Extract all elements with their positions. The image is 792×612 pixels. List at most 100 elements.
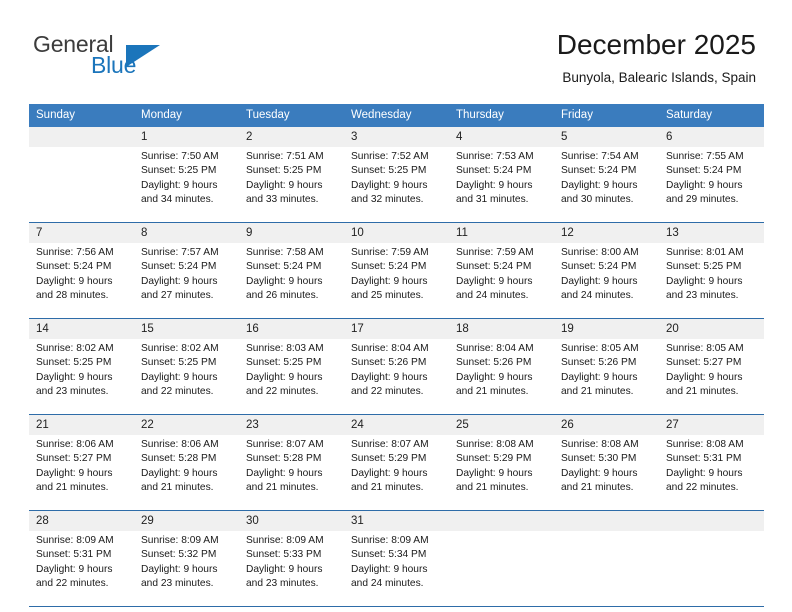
day-info-line: and 31 minutes. — [456, 194, 529, 206]
day-cell-21[interactable]: Sunrise: 8:06 AM Sunset: 5:27 PM Daylight:… — [29, 435, 134, 511]
day-cell-18[interactable]: Sunrise: 8:04 AM Sunset: 5:26 PM Daylight:… — [449, 339, 554, 415]
week-daynumber-row: 28 29 30 31 — [29, 510, 764, 531]
day-info-line: Sunrise: 8:01 AM — [666, 247, 744, 258]
day-cell-2[interactable]: Sunrise: 7:51 AM Sunset: 5:25 PM Daylight:… — [239, 147, 344, 223]
day-number-25[interactable]: 25 — [449, 414, 554, 435]
day-info-line: Daylight: 9 hours — [351, 467, 428, 479]
day-info-line: Sunrise: 7:50 AM — [141, 151, 219, 162]
day-number-16[interactable]: 16 — [239, 318, 344, 339]
day-info-line: Daylight: 9 hours — [141, 371, 218, 383]
day-info-line: Sunrise: 8:02 AM — [141, 343, 219, 354]
day-info-line: Sunset: 5:24 PM — [246, 261, 322, 273]
day-number-26[interactable]: 26 — [554, 414, 659, 435]
day-cell-9[interactable]: Sunrise: 7:58 AM Sunset: 5:24 PM Daylight:… — [239, 243, 344, 319]
day-number-11[interactable]: 11 — [449, 222, 554, 243]
page-header: General Blue December 2025 Bunyola, Bale… — [0, 0, 792, 100]
day-info-line: Daylight: 9 hours — [36, 467, 113, 479]
day-cell-26[interactable]: Sunrise: 8:08 AM Sunset: 5:30 PM Daylight:… — [554, 435, 659, 511]
day-cell-5[interactable]: Sunrise: 7:54 AM Sunset: 5:24 PM Daylight:… — [554, 147, 659, 223]
day-cell-24[interactable]: Sunrise: 8:07 AM Sunset: 5:29 PM Daylight:… — [344, 435, 449, 511]
day-number-20[interactable]: 20 — [659, 318, 764, 339]
day-info-line: and 21 minutes. — [561, 386, 634, 398]
day-info-line: Sunrise: 8:05 AM — [561, 343, 639, 354]
day-number-13[interactable]: 13 — [659, 222, 764, 243]
day-info-line: Daylight: 9 hours — [351, 275, 428, 287]
day-number-8[interactable]: 8 — [134, 222, 239, 243]
day-cell-empty — [554, 531, 659, 606]
day-cell-11[interactable]: Sunrise: 7:59 AM Sunset: 5:24 PM Daylight:… — [449, 243, 554, 319]
generalblue-logo[interactable]: General Blue — [33, 33, 203, 81]
day-cell-1[interactable]: Sunrise: 7:50 AM Sunset: 5:25 PM Daylight:… — [134, 147, 239, 223]
day-cell-8[interactable]: Sunrise: 7:57 AM Sunset: 5:24 PM Daylight:… — [134, 243, 239, 319]
day-info-line: and 22 minutes. — [246, 386, 319, 398]
day-number-30[interactable]: 30 — [239, 510, 344, 531]
day-number-2[interactable]: 2 — [239, 127, 344, 147]
day-cell-19[interactable]: Sunrise: 8:05 AM Sunset: 5:26 PM Daylight:… — [554, 339, 659, 415]
day-info-line: Sunset: 5:31 PM — [36, 549, 112, 561]
day-number-19[interactable]: 19 — [554, 318, 659, 339]
day-info-line: Sunset: 5:25 PM — [246, 165, 322, 177]
day-number-5[interactable]: 5 — [554, 127, 659, 147]
day-cell-23[interactable]: Sunrise: 8:07 AM Sunset: 5:28 PM Daylight:… — [239, 435, 344, 511]
day-number-12[interactable]: 12 — [554, 222, 659, 243]
day-cell-31[interactable]: Sunrise: 8:09 AM Sunset: 5:34 PM Daylight:… — [344, 531, 449, 606]
day-info-line: Sunset: 5:34 PM — [351, 549, 427, 561]
day-number-21[interactable]: 21 — [29, 414, 134, 435]
day-cell-30[interactable]: Sunrise: 8:09 AM Sunset: 5:33 PM Daylight:… — [239, 531, 344, 606]
day-info-line: Sunrise: 8:09 AM — [36, 535, 114, 546]
day-number-1[interactable]: 1 — [134, 127, 239, 147]
day-number-3[interactable]: 3 — [344, 127, 449, 147]
day-cell-17[interactable]: Sunrise: 8:04 AM Sunset: 5:26 PM Daylight:… — [344, 339, 449, 415]
day-info-line: Daylight: 9 hours — [561, 467, 638, 479]
day-info-line: Sunrise: 7:59 AM — [351, 247, 429, 258]
day-cell-6[interactable]: Sunrise: 7:55 AM Sunset: 5:24 PM Daylight:… — [659, 147, 764, 223]
day-cell-22[interactable]: Sunrise: 8:06 AM Sunset: 5:28 PM Daylight:… — [134, 435, 239, 511]
day-cell-13[interactable]: Sunrise: 8:01 AM Sunset: 5:25 PM Daylight:… — [659, 243, 764, 319]
day-number-4[interactable]: 4 — [449, 127, 554, 147]
day-number-empty — [554, 510, 659, 531]
day-cell-12[interactable]: Sunrise: 8:00 AM Sunset: 5:24 PM Daylight:… — [554, 243, 659, 319]
day-number-24[interactable]: 24 — [344, 414, 449, 435]
day-number-7[interactable]: 7 — [29, 222, 134, 243]
day-number-28[interactable]: 28 — [29, 510, 134, 531]
day-cell-7[interactable]: Sunrise: 7:56 AM Sunset: 5:24 PM Daylight:… — [29, 243, 134, 319]
day-number-31[interactable]: 31 — [344, 510, 449, 531]
day-number-14[interactable]: 14 — [29, 318, 134, 339]
day-info-line: and 23 minutes. — [36, 386, 109, 398]
day-number-15[interactable]: 15 — [134, 318, 239, 339]
day-info-line: and 24 minutes. — [351, 578, 424, 590]
day-cell-25[interactable]: Sunrise: 8:08 AM Sunset: 5:29 PM Daylight:… — [449, 435, 554, 511]
day-info-line: and 22 minutes. — [666, 482, 739, 494]
day-info-line: Sunset: 5:24 PM — [141, 261, 217, 273]
day-cell-10[interactable]: Sunrise: 7:59 AM Sunset: 5:24 PM Daylight:… — [344, 243, 449, 319]
day-cell-14[interactable]: Sunrise: 8:02 AM Sunset: 5:25 PM Daylight:… — [29, 339, 134, 415]
day-info-line: Sunset: 5:28 PM — [141, 453, 217, 465]
day-number-9[interactable]: 9 — [239, 222, 344, 243]
day-info-line: Sunset: 5:31 PM — [666, 453, 742, 465]
day-cell-4[interactable]: Sunrise: 7:53 AM Sunset: 5:24 PM Daylight:… — [449, 147, 554, 223]
day-info-line: and 24 minutes. — [456, 290, 529, 302]
day-info-line: Sunset: 5:29 PM — [351, 453, 427, 465]
day-number-27[interactable]: 27 — [659, 414, 764, 435]
day-number-29[interactable]: 29 — [134, 510, 239, 531]
day-cell-28[interactable]: Sunrise: 8:09 AM Sunset: 5:31 PM Daylight:… — [29, 531, 134, 606]
day-info-line: Daylight: 9 hours — [141, 467, 218, 479]
day-info-line: and 21 minutes. — [666, 386, 739, 398]
day-cell-20[interactable]: Sunrise: 8:05 AM Sunset: 5:27 PM Daylight:… — [659, 339, 764, 415]
day-info-line: and 29 minutes. — [666, 194, 739, 206]
day-cell-15[interactable]: Sunrise: 8:02 AM Sunset: 5:25 PM Daylight:… — [134, 339, 239, 415]
day-cell-27[interactable]: Sunrise: 8:08 AM Sunset: 5:31 PM Daylight:… — [659, 435, 764, 511]
day-number-17[interactable]: 17 — [344, 318, 449, 339]
day-number-10[interactable]: 10 — [344, 222, 449, 243]
weekday-header-monday: Monday — [134, 104, 239, 127]
day-number-6[interactable]: 6 — [659, 127, 764, 147]
day-cell-29[interactable]: Sunrise: 8:09 AM Sunset: 5:32 PM Daylight:… — [134, 531, 239, 606]
day-cell-3[interactable]: Sunrise: 7:52 AM Sunset: 5:25 PM Daylight:… — [344, 147, 449, 223]
day-number-22[interactable]: 22 — [134, 414, 239, 435]
day-number-18[interactable]: 18 — [449, 318, 554, 339]
day-number-23[interactable]: 23 — [239, 414, 344, 435]
day-info-line: Daylight: 9 hours — [561, 275, 638, 287]
day-number-empty — [29, 127, 134, 147]
day-info-line: Sunrise: 8:07 AM — [351, 439, 429, 450]
day-cell-16[interactable]: Sunrise: 8:03 AM Sunset: 5:25 PM Daylight:… — [239, 339, 344, 415]
